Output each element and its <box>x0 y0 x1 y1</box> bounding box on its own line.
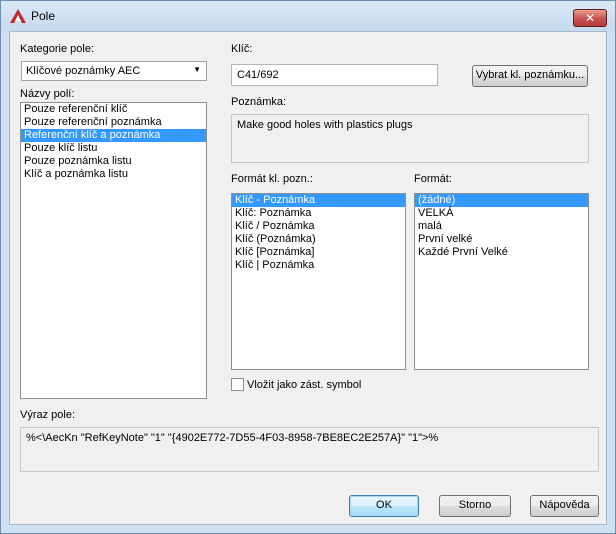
pole-dialog: Pole ✕ Kategorie pole: Klíčové poznámky … <box>0 0 616 534</box>
close-icon: ✕ <box>584 11 596 25</box>
kategorie-selected: Klíčové poznámky AEC <box>26 65 141 77</box>
poznamka-field: Make good holes with plastics plugs <box>231 114 589 163</box>
list-item[interactable]: První velké <box>415 233 588 246</box>
list-item[interactable]: Každé První Velké <box>415 246 588 259</box>
list-item[interactable]: (žádné) <box>415 194 588 207</box>
nazvy-listbox[interactable]: Pouze referenční klíč Pouze referenční po… <box>20 102 207 399</box>
chevron-down-icon: ▼ <box>193 65 201 74</box>
list-item[interactable]: Klíč (Poznámka) <box>232 233 405 246</box>
vlozit-checkbox[interactable] <box>231 378 244 391</box>
close-button[interactable]: ✕ <box>573 9 607 27</box>
napoveda-button[interactable]: Nápověda <box>530 495 599 517</box>
list-item[interactable]: malá <box>415 220 588 233</box>
list-item[interactable]: Pouze referenční poznámka <box>21 116 206 129</box>
ok-button[interactable]: OK <box>349 495 419 517</box>
title-bar[interactable]: Pole ✕ <box>1 1 615 31</box>
list-item[interactable]: Pouze klíč listu <box>21 142 206 155</box>
klic-input[interactable]: C41/692 <box>231 64 438 86</box>
vyraz-label: Výraz pole: <box>20 409 76 421</box>
vybrat-klicovou-poznamku-button[interactable]: Vybrat kl. poznámku... <box>472 65 588 87</box>
list-item[interactable]: Klíč: Poznámka <box>232 207 405 220</box>
autocad-a-icon <box>10 9 26 23</box>
format-kl-label: Formát kl. pozn.: <box>231 173 313 185</box>
kategorie-combobox[interactable]: Klíčové poznámky AEC ▼ <box>21 61 207 81</box>
list-item[interactable]: Klíč a poznámka listu <box>21 168 206 181</box>
kategorie-label: Kategorie pole: <box>20 43 94 55</box>
list-item[interactable]: Klíč | Poznámka <box>232 259 405 272</box>
poznamka-value: Make good holes with plastics plugs <box>237 119 413 131</box>
nazvy-label: Názvy polí: <box>20 88 75 100</box>
klic-value: C41/692 <box>237 69 279 81</box>
window-title: Pole <box>31 9 56 23</box>
vyraz-field: %<\AecKn "RefKeyNote" "1" "{4902E772-7D5… <box>20 427 599 472</box>
vlozit-label: Vložit jako zást. symbol <box>247 379 362 391</box>
list-item[interactable]: Pouze referenční klíč <box>21 103 206 116</box>
dialog-body: Kategorie pole: Klíčové poznámky AEC ▼ N… <box>9 31 607 525</box>
format-kl-listbox[interactable]: Klíč - Poznámka Klíč: Poznámka Klíč / Pozn… <box>231 193 406 370</box>
klic-label: Klíč: <box>231 43 253 55</box>
format-listbox[interactable]: (žádné) VELKÁ malá První velké Každé První V… <box>414 193 589 370</box>
format-label: Formát: <box>414 173 452 185</box>
list-item[interactable]: Pouze poznámka listu <box>21 155 206 168</box>
vyraz-value: %<\AecKn "RefKeyNote" "1" "{4902E772-7D5… <box>26 432 439 444</box>
list-item[interactable]: Klíč [Poznámka] <box>232 246 405 259</box>
list-item[interactable]: Klíč / Poznámka <box>232 220 405 233</box>
storno-button[interactable]: Storno <box>439 495 511 517</box>
poznamka-label: Poznámka: <box>231 96 287 108</box>
list-item[interactable]: Klíč - Poznámka <box>232 194 405 207</box>
list-item[interactable]: Referenční klíč a poznámka <box>21 129 206 142</box>
list-item[interactable]: VELKÁ <box>415 207 588 220</box>
